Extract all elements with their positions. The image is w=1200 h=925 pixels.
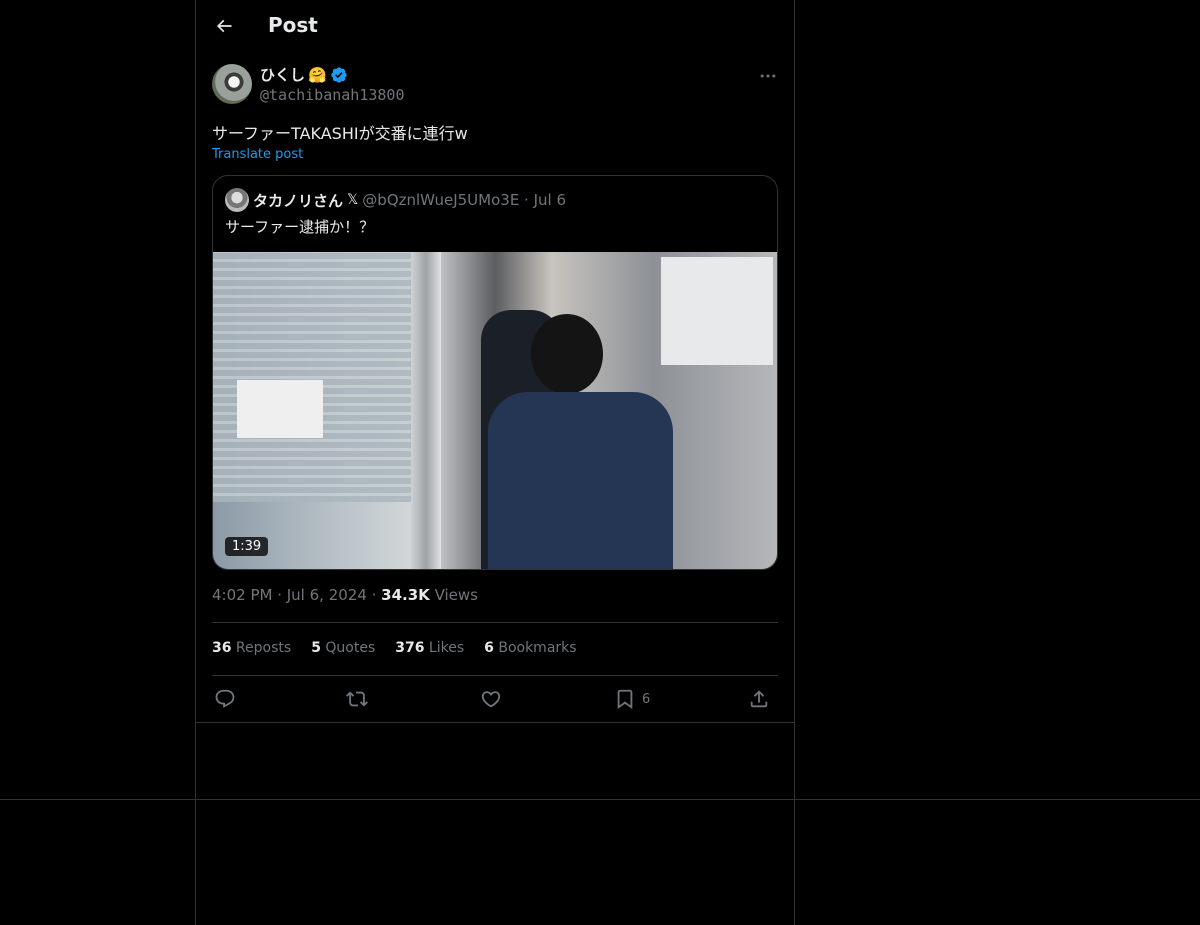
likes-count: 376 (395, 640, 425, 656)
reposts-label: Reposts (231, 640, 292, 656)
video-player[interactable]: 1:39 (213, 252, 777, 569)
quoted-post-text: サーファー逮捕か！？ (225, 218, 375, 236)
main-column: Post ひくし 🤗 @tachibanah13800 サーファーTAKASHI… (195, 0, 795, 925)
quoted-post[interactable]: タカノリさん 𝕏 @bQznlWueJ5UMo3E · Jul 6 サーファー逮… (212, 175, 778, 570)
like-button[interactable] (480, 688, 502, 710)
reply-button[interactable] (214, 688, 236, 710)
verified-badge-icon[interactable] (330, 66, 348, 84)
likes-label: Likes (424, 640, 465, 656)
post-author: ひくし 🤗 @tachibanah13800 (212, 64, 778, 108)
video-frame-notice (661, 257, 773, 365)
avatar[interactable] (212, 64, 252, 104)
quotes-count: 5 (311, 640, 321, 656)
post-text: サーファーTAKASHIが交番に連行w (212, 124, 468, 143)
page: Post ひくし 🤗 @tachibanah13800 サーファーTAKASHI… (0, 0, 1200, 925)
bookmarks-label: Bookmarks (493, 640, 577, 656)
bookmark-count: 6 (642, 691, 651, 707)
action-bar: 6 (212, 688, 778, 712)
author-emoji: 🤗 (308, 65, 327, 84)
back-arrow-icon (216, 19, 232, 33)
reply-icon (215, 689, 235, 708)
post-timestamp: 4:02 PM · Jul 6, 2024 · 34.3K Views (212, 586, 478, 604)
likes-stat[interactable]: 376 Likes (395, 640, 464, 656)
divider (212, 675, 778, 676)
x-badge-icon: 𝕏 (347, 192, 359, 208)
author-handle[interactable]: @tachibanah13800 (260, 86, 405, 104)
quotes-label: Quotes (320, 640, 376, 656)
back-button[interactable] (212, 14, 236, 38)
author-name[interactable]: ひくし (260, 64, 305, 85)
share-icon (750, 690, 768, 708)
share-button[interactable] (748, 688, 770, 710)
video-duration-badge: 1:39 (225, 537, 269, 556)
quoted-avatar (225, 188, 249, 212)
translate-post-link[interactable]: Translate post (212, 147, 303, 162)
bookmark-icon (617, 689, 633, 710)
video-frame-person-head (531, 314, 603, 394)
bookmark-button[interactable]: 6 (614, 688, 650, 710)
video-frame-sign (237, 380, 323, 438)
divider (196, 722, 794, 723)
more-options-icon[interactable] (758, 66, 778, 86)
quotes-stat[interactable]: 5 Quotes (311, 640, 375, 656)
bookmarks-stat[interactable]: 6 Bookmarks (484, 640, 576, 656)
views-label: Views (429, 586, 478, 604)
bookmarks-count: 6 (484, 640, 494, 656)
heart-icon (481, 691, 501, 708)
divider (212, 622, 778, 623)
views-count: 34.3K (381, 586, 430, 604)
author-name-line: ひくし 🤗 (260, 64, 348, 85)
engagement-stats: 36 Reposts 5 Quotes 376 Likes 6 Bookmark… (212, 640, 577, 656)
video-frame-door (411, 252, 441, 569)
repost-button[interactable] (346, 688, 368, 710)
video-frame-blinds (213, 252, 413, 502)
quoted-post-header: タカノリさん 𝕏 @bQznlWueJ5UMo3E · Jul 6 (225, 188, 566, 212)
video-frame-person (488, 392, 673, 569)
quoted-author-meta: @bQznlWueJ5UMo3E · Jul 6 (362, 191, 567, 209)
reposts-count: 36 (212, 640, 232, 656)
post-time[interactable]: 4:02 PM · Jul 6, 2024 · (212, 586, 381, 604)
quoted-author-name: タカノリさん (253, 191, 344, 210)
repost-icon (346, 691, 368, 707)
reposts-stat[interactable]: 36 Reposts (212, 640, 291, 656)
page-header: Post (196, 0, 794, 53)
page-title: Post (268, 13, 318, 37)
